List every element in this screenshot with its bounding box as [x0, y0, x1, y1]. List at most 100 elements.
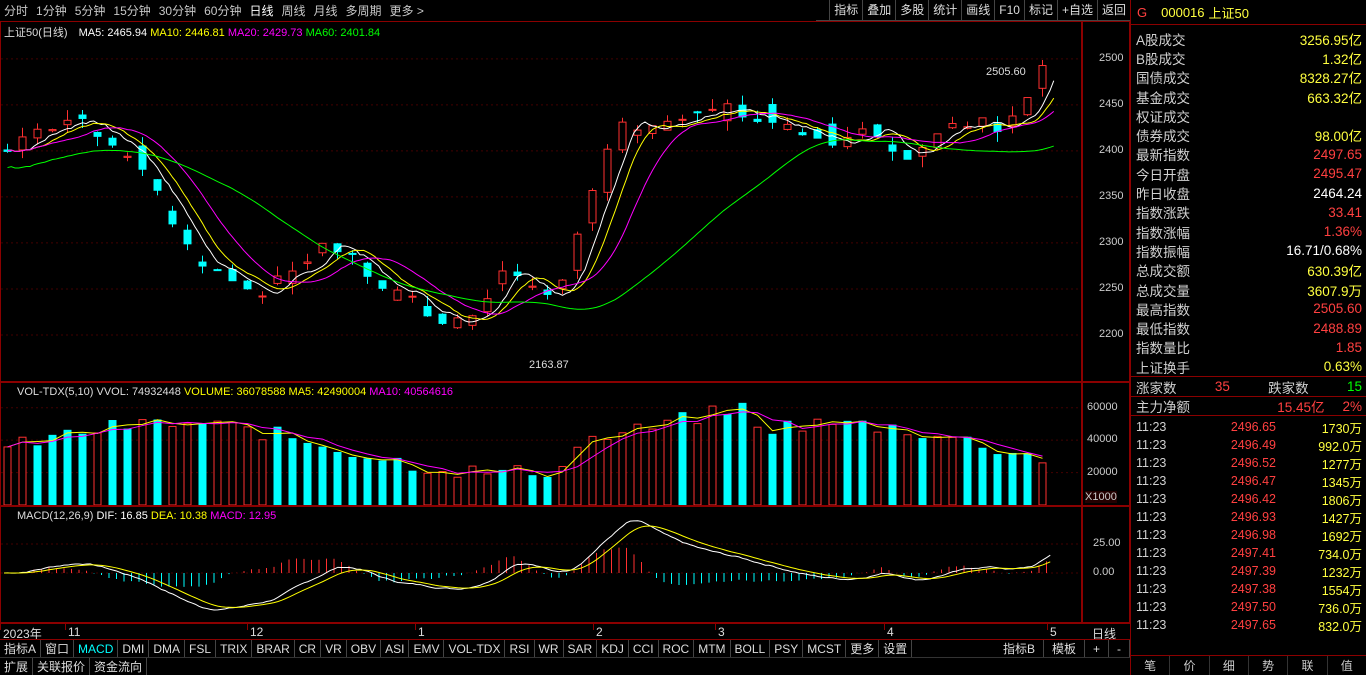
- toolbar-button[interactable]: 返回: [1096, 0, 1130, 21]
- volume-bar: [138, 419, 147, 505]
- period-tab[interactable]: 日线: [245, 2, 277, 19]
- indicator-tab[interactable]: DMI: [118, 639, 150, 658]
- quote-tabs: 笔价细势联值: [1131, 655, 1366, 675]
- indicator-tab-right[interactable]: +: [1085, 639, 1109, 658]
- volume-bar: [273, 426, 282, 505]
- toolbar-button[interactable]: 指标: [829, 0, 862, 21]
- volume-ma-line: [7, 408, 1043, 478]
- period-tab[interactable]: 月线: [310, 2, 342, 19]
- period-tab[interactable]: 多周期: [342, 2, 386, 19]
- volume-bar: [858, 420, 867, 505]
- indicator-tab[interactable]: BOLL: [731, 639, 771, 658]
- indicator-tab[interactable]: EMV: [409, 639, 445, 658]
- indicator-tab[interactable]: SAR: [564, 639, 598, 658]
- indicator-tab[interactable]: ROC: [659, 639, 695, 658]
- period-tab[interactable]: 5分钟: [71, 2, 110, 19]
- period-tab[interactable]: 15分钟: [109, 2, 154, 19]
- indicator-tab[interactable]: CR: [295, 639, 322, 658]
- quote-header: G 000016 上证50: [1131, 0, 1366, 25]
- volume-bar: [948, 436, 957, 505]
- indicator-tab[interactable]: KDJ: [597, 639, 629, 658]
- tick-v: 832.0万: [1318, 619, 1362, 634]
- candle: [738, 95, 747, 122]
- period-tab[interactable]: 周线: [277, 2, 309, 19]
- toolbar-button[interactable]: 标记: [1023, 0, 1057, 21]
- quote-row-label: 国债成交: [1136, 71, 1190, 87]
- bottom-tab[interactable]: 资金流向: [90, 657, 148, 675]
- indicator-tab[interactable]: VR: [321, 639, 347, 658]
- toolbar-button[interactable]: +自选: [1056, 0, 1097, 21]
- toolbar-button[interactable]: 画线: [961, 0, 994, 21]
- quote-row-value: 2505.60: [1313, 301, 1362, 317]
- volume-bar: [933, 435, 942, 505]
- toolbar-button[interactable]: 统计: [928, 0, 961, 21]
- period-tab[interactable]: 分时: [0, 2, 32, 19]
- tick-t: 11:23: [1136, 438, 1167, 453]
- tick-v: 992.0万: [1318, 439, 1362, 454]
- quote-row: 指数量比 1.85: [1131, 338, 1366, 357]
- quote-tab[interactable]: 联: [1288, 656, 1328, 675]
- quote-row-value: 663.32亿: [1307, 90, 1362, 106]
- tick-t: 11:23: [1136, 420, 1167, 435]
- indicator-tab[interactable]: OBV: [347, 639, 382, 658]
- indicator-tab-right[interactable]: 模板: [1044, 639, 1085, 658]
- candle: [243, 279, 252, 290]
- period-tab[interactable]: 1分钟: [32, 2, 71, 19]
- toolbar-button[interactable]: F10: [994, 0, 1024, 21]
- period-tab[interactable]: 更多 >: [386, 2, 428, 19]
- indicator-tab[interactable]: PSY: [770, 639, 804, 658]
- indicator-tab[interactable]: 窗口: [41, 639, 75, 658]
- volume-bar: [618, 432, 627, 505]
- indicator-tab[interactable]: 指标A: [0, 639, 42, 658]
- indicator-tab[interactable]: WR: [535, 639, 564, 658]
- indicator-tab[interactable]: MCST: [803, 639, 847, 658]
- tick-row: 11:23 2497.50 736.0万: [1131, 598, 1366, 616]
- indicator-tab[interactable]: CCI: [629, 639, 659, 658]
- dea-legend: DEA: 10.38: [150, 510, 208, 522]
- quote-tab[interactable]: 细: [1210, 656, 1249, 675]
- period-tab[interactable]: 30分钟: [155, 2, 200, 19]
- macd-value-legend: MACD: 12.95: [210, 510, 277, 522]
- macd-axis: 0.00 25.00: [1082, 506, 1130, 623]
- bottom-tab[interactable]: 关联报价: [33, 657, 91, 675]
- indicator-tab[interactable]: FSL: [185, 639, 217, 658]
- volume-legend: VOLUME: 36078588: [183, 386, 286, 398]
- indicator-tab[interactable]: DMA: [149, 639, 186, 658]
- indicator-tab[interactable]: MTM: [694, 639, 731, 658]
- candle: [108, 135, 117, 148]
- down-count: 15: [1346, 379, 1362, 395]
- quote-tab[interactable]: 值: [1328, 656, 1366, 675]
- indicator-tab[interactable]: ASI: [381, 639, 410, 658]
- quote-tab[interactable]: 势: [1249, 656, 1289, 675]
- volume-bar: [318, 446, 327, 505]
- quote-code: 000016: [1161, 4, 1205, 20]
- toolbar-button[interactable]: 多股: [895, 0, 928, 21]
- indicator-tab[interactable]: MACD: [74, 639, 119, 658]
- indicator-tab[interactable]: VOL-TDX: [444, 639, 506, 658]
- macd-panel[interactable]: MACD(12,26,9) DIF: 16.85 DEA: 10.38 MACD…: [0, 506, 1082, 623]
- indicator-tab-right[interactable]: -: [1109, 639, 1130, 658]
- bottom-tab[interactable]: 扩展: [0, 657, 34, 675]
- tick-list[interactable]: 11:23 2496.65 1730万 11:23 2496.49 992.0万 11:23…: [1131, 416, 1366, 634]
- tick-v: 1730万: [1321, 421, 1362, 436]
- tick-p: 2496.52: [1230, 456, 1276, 471]
- quote-row: 上证换手 0.63%: [1131, 357, 1366, 376]
- indicator-tab[interactable]: 设置: [879, 639, 913, 658]
- quote-row-value: 1.36%: [1323, 224, 1362, 240]
- quote-tab[interactable]: 笔: [1131, 656, 1171, 675]
- indicator-tab[interactable]: RSI: [505, 639, 535, 658]
- candle: [258, 291, 267, 304]
- candle: [903, 150, 912, 160]
- indicator-tab[interactable]: TRIX: [216, 639, 253, 658]
- quote-tab[interactable]: 价: [1170, 656, 1210, 675]
- quote-row-value: 33.41: [1328, 204, 1362, 220]
- toolbar-button[interactable]: 叠加: [862, 0, 895, 21]
- volume-panel[interactable]: VOL-TDX(5,10) VVOL: 74932448 VOLUME: 360…: [0, 382, 1082, 506]
- indicator-tab[interactable]: 更多: [846, 639, 880, 658]
- volume-bar: [798, 430, 807, 505]
- period-tab[interactable]: 60分钟: [200, 2, 245, 19]
- indicator-tab-right[interactable]: 指标B: [995, 639, 1044, 658]
- indicator-tab[interactable]: BRAR: [252, 639, 295, 658]
- tick-v: 1692万: [1321, 529, 1362, 544]
- price-panel[interactable]: 上证50(日线) MA5: 2465.94 MA10: 2446.81 MA20…: [0, 21, 1082, 382]
